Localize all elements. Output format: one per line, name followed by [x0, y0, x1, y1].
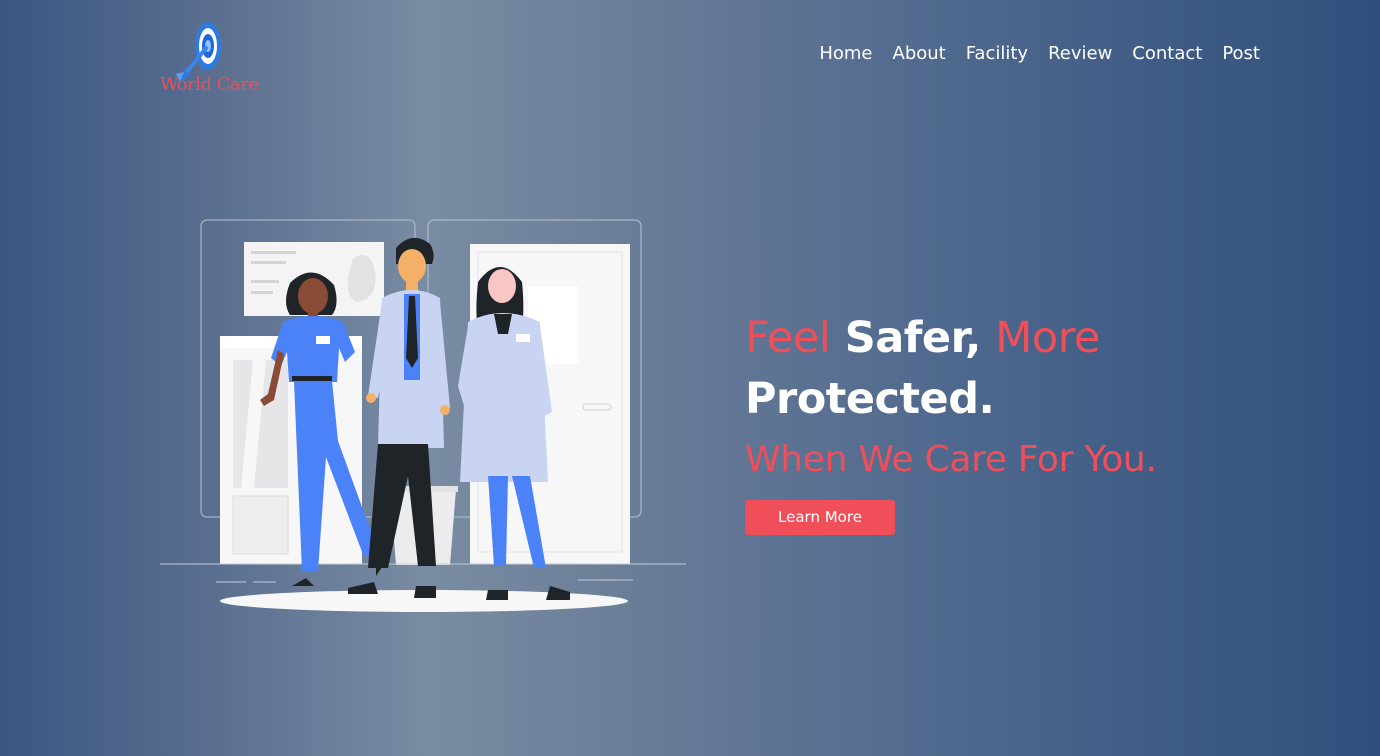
nav-contact[interactable]: Contact — [1132, 41, 1202, 67]
hero-text: Feel Safer, More Protected. When We Care… — [745, 308, 1345, 535]
logo[interactable]: World Care — [158, 18, 259, 100]
nav-home[interactable]: Home — [819, 41, 872, 67]
learn-more-button[interactable]: Learn More — [745, 500, 895, 535]
hero-subheadline: When We Care For You. — [745, 439, 1157, 480]
hero-headline: Feel Safer, More Protected. — [745, 308, 1345, 430]
headline-more: More — [995, 313, 1100, 363]
headline-feel: Feel — [745, 313, 831, 363]
nav-about[interactable]: About — [893, 41, 946, 67]
headline-protected: Protected. — [745, 374, 995, 424]
main-nav: Home About Facility Review Contact Post — [819, 41, 1260, 67]
medical-team-illustration — [158, 218, 688, 618]
headline-safer: Safer, — [830, 313, 996, 363]
nav-facility[interactable]: Facility — [966, 41, 1028, 67]
nav-post[interactable]: Post — [1222, 41, 1260, 67]
logo-text: World Care — [160, 74, 259, 95]
nav-review[interactable]: Review — [1048, 41, 1112, 67]
